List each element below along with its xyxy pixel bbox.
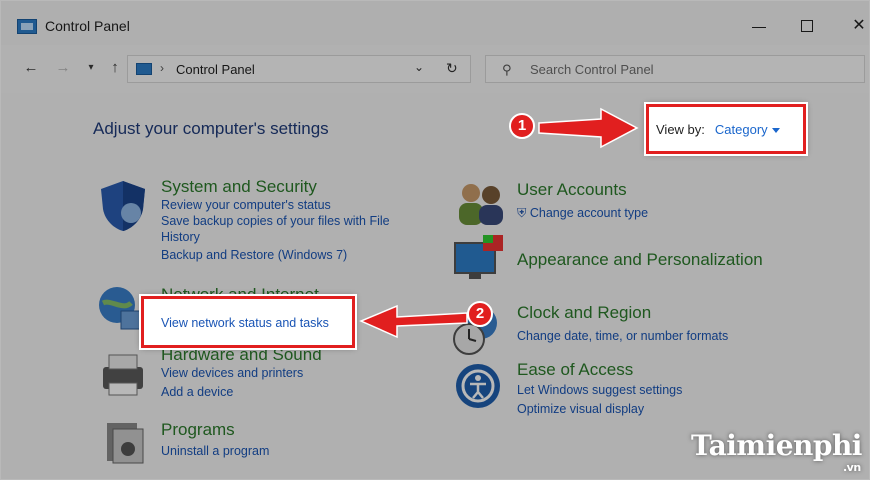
watermark-brand: aimienphi: [708, 429, 863, 462]
watermark-suffix: .vn: [843, 461, 861, 474]
annotation-arrows: [359, 107, 639, 339]
view-by-label: View by:: [656, 122, 705, 137]
dropdown-caret-icon: [771, 128, 780, 134]
view-by-highlight-content: View by: Category: [656, 122, 780, 137]
network-status-link[interactable]: View network status and tasks: [161, 316, 329, 330]
arrow-to-view-by: [538, 107, 639, 149]
watermark-initial: T: [691, 429, 709, 462]
control-panel-window: Control Panel ✕ ← → ▾ ↑ › Control Panel …: [0, 0, 870, 480]
arrow-to-network-link: [359, 304, 468, 339]
watermark-logo: Taimienphi .vn: [691, 429, 863, 474]
view-by-value[interactable]: Category: [715, 122, 768, 137]
network-link-highlight[interactable]: View network status and tasks: [141, 296, 355, 348]
step-badge-2: 2: [467, 301, 493, 327]
step-badge-1: 1: [509, 113, 535, 139]
view-by-highlight[interactable]: View by: Category: [646, 104, 806, 154]
